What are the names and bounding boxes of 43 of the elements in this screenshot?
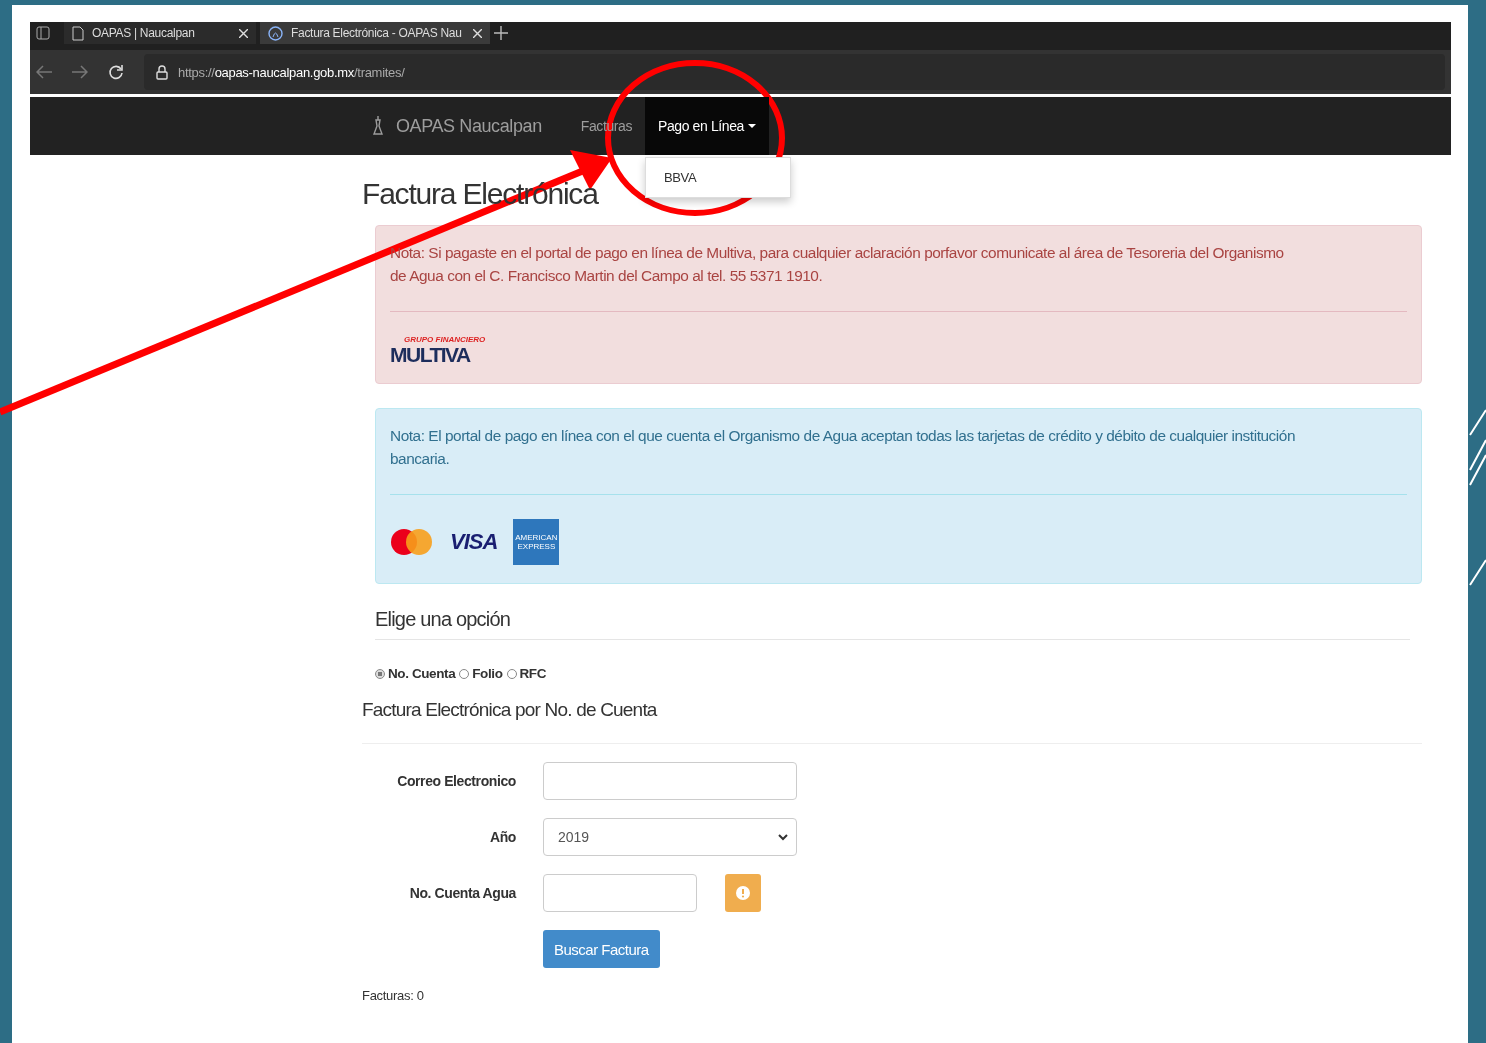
browser-tab[interactable]: Factura Electrónica - OAPAS Nau [260,22,490,44]
radio-label[interactable]: Folio [472,666,503,681]
radio-button[interactable] [506,668,517,679]
section-heading: Elige una opción [375,608,1410,640]
field-label: Correo Electronico [396,773,516,789]
visa-logo: VISA [450,529,498,555]
field-label: No. Cuenta Agua [408,885,516,901]
alert-text: Nota: El portal de pago en línea con el que cuenta el Organismo de Agua aceptan todas las tarjetas de crédito y débito de cualquier institución bancaria. [390,426,1297,469]
back-icon[interactable] [36,65,52,79]
chevron-icon [778,833,788,841]
tab-title: OAPAS | Naucalpan [92,26,196,40]
page-icon [72,25,84,41]
brand-figure-icon [372,114,384,138]
info-button[interactable] [725,874,761,912]
radio-label[interactable]: No. Cuenta [388,666,456,681]
alert-icon [736,886,750,900]
close-icon[interactable] [473,28,482,38]
forward-icon[interactable] [72,65,88,79]
input-field[interactable] [543,762,797,800]
lock-icon [156,64,168,80]
field-label: Año [489,829,516,845]
tab-actions-icon[interactable] [36,26,50,40]
invoice-count: Facturas: 0 [362,988,425,1003]
browser-tab[interactable]: OAPAS | Naucalpan [64,22,256,44]
tab-title: Factura Electrónica - OAPAS Nau [291,26,463,40]
new-tab-icon[interactable] [494,26,508,40]
address-bar[interactable]: https://oapas-naucalpan.gob.mx/tramites/ [144,54,1445,90]
radio-button[interactable] [375,668,385,679]
globe-icon [268,25,283,41]
radio-button[interactable] [459,668,470,679]
multiva-logo: GRUPO FINANCIERO MULTIVA [390,336,486,365]
close-icon[interactable] [239,28,248,38]
alert-text: Nota: Si pagaste en el portal de pago en línea de Multiva, para cualquier aclaración porfavor comunicate al área de Tesoreria del Organismo de Agua con el C. Francisco Martin del Campo al tel. 55 5371 1910. [390,243,1285,286]
brand-name[interactable]: OAPAS Naucalpan [396,115,542,137]
year-select[interactable]: 2019 [543,818,797,856]
amex-logo: AMERICAN EXPRESS [513,519,560,565]
url-text: https://oapas-naucalpan.gob.mx/tramites/ [178,64,405,80]
radio-label[interactable]: RFC [519,666,547,681]
form-title: Factura Electrónica por No. de Cuenta [362,699,1422,744]
reload-icon[interactable] [108,64,124,80]
input-field[interactable] [543,874,697,912]
menu-item[interactable]: BBVA [646,166,791,189]
search-invoice-button[interactable]: Buscar Factura [543,930,660,968]
